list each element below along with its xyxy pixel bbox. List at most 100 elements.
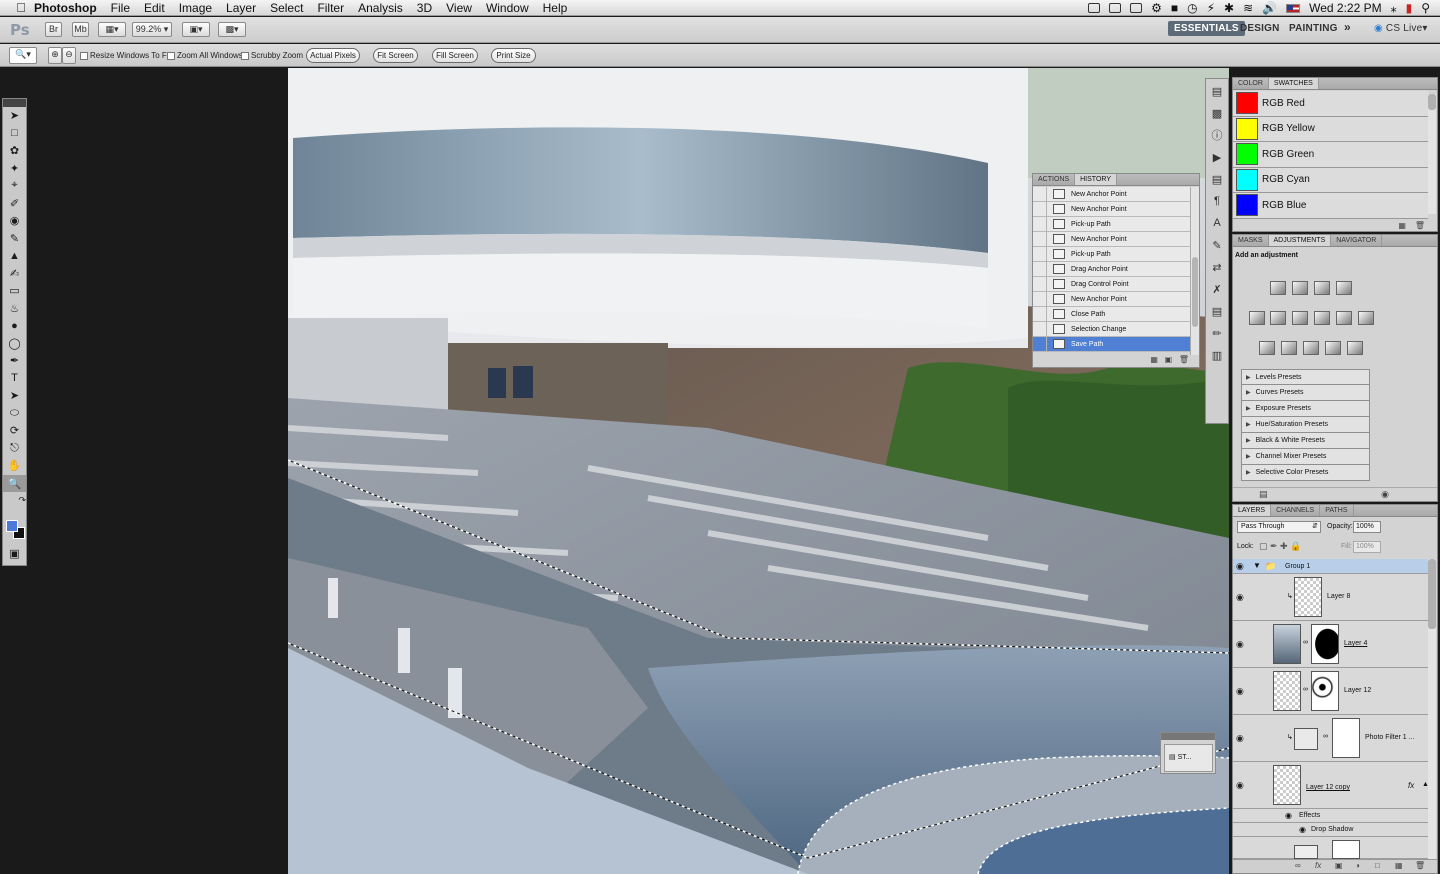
eye-icon[interactable]: ◉ [1236, 733, 1244, 744]
preset-hue-saturation[interactable]: ▶ Hue/Saturation Presets [1241, 417, 1370, 433]
swatch-item[interactable]: RGB Yellow [1233, 116, 1428, 142]
histogram-icon[interactable]: ▩ [1206, 103, 1228, 123]
history-source-box[interactable] [1033, 216, 1047, 232]
history-item[interactable]: Close Path [1033, 306, 1191, 322]
new-group-icon[interactable]: □ [1375, 861, 1380, 870]
swatches-scrollbar[interactable] [1428, 94, 1436, 214]
workspace-painting[interactable]: PAINTING [1289, 23, 1338, 34]
tab-channels[interactable]: CHANNELS [1271, 505, 1321, 516]
clock[interactable]: Wed 2:22 PM [1309, 1, 1381, 15]
effects-row[interactable]: ◉ Effects [1233, 809, 1430, 823]
fx-icon[interactable]: fx [1408, 781, 1414, 790]
shape-tool-icon[interactable]: ⬭ [3, 405, 26, 423]
tab-navigator[interactable]: NAVIGATOR [1331, 235, 1383, 246]
preset-exposure[interactable]: ▶ Exposure Presets [1241, 401, 1370, 417]
camera-icon[interactable] [1088, 3, 1101, 13]
fit-screen-button[interactable]: Fit Screen [373, 48, 418, 63]
color-balance-icon[interactable] [1292, 311, 1308, 325]
dropbox-icon[interactable]: ■ [1171, 1, 1178, 15]
swatch-chip[interactable] [1236, 168, 1258, 191]
history-icon[interactable]: ▤ [1206, 169, 1228, 189]
mini-bridge-icon[interactable]: ▤ [1206, 81, 1228, 101]
tab-paths[interactable]: PATHS [1320, 505, 1354, 516]
layer-row[interactable]: ◉ ↳ ∞ Photo Filter 1 ... [1233, 715, 1430, 762]
layer-row[interactable] [1233, 837, 1430, 859]
zoom-out-button[interactable]: ⊖ [62, 47, 76, 64]
character-icon[interactable]: A [1206, 213, 1228, 233]
tools-panel-grip[interactable] [3, 99, 26, 107]
menu-window[interactable]: Window [486, 1, 529, 15]
scrollbar-thumb[interactable] [1192, 257, 1198, 327]
clone-source-icon[interactable]: ✗ [1206, 279, 1228, 299]
preset-curves[interactable]: ▶ Curves Presets [1241, 385, 1370, 401]
tab-layers[interactable]: LAYERS [1233, 505, 1272, 516]
battery-icon[interactable]: ▮ [1406, 1, 1413, 15]
history-item[interactable]: Pick-up Path [1033, 216, 1191, 232]
clip-to-layer-icon[interactable]: ◉ [1381, 489, 1389, 500]
history-item[interactable]: Selection Change [1033, 321, 1191, 337]
crop-tool-icon[interactable]: ⌖ [3, 177, 26, 195]
menu-layer[interactable]: Layer [226, 1, 256, 15]
menu-analysis[interactable]: Analysis [358, 1, 403, 15]
photo-filter-icon[interactable] [1336, 311, 1352, 325]
black-white-icon[interactable] [1314, 311, 1330, 325]
paint-bucket-tool-icon[interactable]: ♨ [3, 300, 26, 318]
blend-mode-select[interactable]: Pass Through ⇵ [1237, 521, 1321, 533]
history-source-box[interactable] [1033, 261, 1047, 277]
preset-selective-color[interactable]: ▶ Selective Color Presets [1241, 465, 1370, 481]
expand-triangle-icon[interactable]: ▶ [1246, 421, 1251, 428]
swatch-item[interactable]: RGB Cyan [1233, 167, 1428, 193]
link-layers-icon[interactable]: ∞ [1295, 861, 1301, 870]
history-source-box[interactable] [1033, 321, 1047, 337]
history-brush-tool-icon[interactable]: ✍ [3, 265, 26, 283]
exposure-icon[interactable] [1336, 281, 1352, 295]
checkbox-box[interactable] [80, 51, 88, 60]
bridge-button[interactable]: Br [45, 22, 62, 37]
eyedropper-tool-icon[interactable]: ✐ [3, 195, 26, 213]
lock-icons[interactable]: ▢ ✒ ✚ 🔒 [1259, 541, 1301, 552]
workspace-essentials[interactable]: ESSENTIALS [1168, 21, 1245, 36]
brush-presets-icon[interactable]: ✎ [1206, 235, 1228, 255]
swatch-chip[interactable] [1236, 92, 1258, 115]
quick-select-tool-icon[interactable]: ✦ [3, 160, 26, 178]
tab-adjustments[interactable]: ADJUSTMENTS [1268, 235, 1332, 246]
zoom-in-button[interactable]: ⊕ [48, 47, 62, 64]
eye-icon[interactable]: ◉ [1285, 811, 1292, 820]
swatch-item[interactable]: RGB Blue [1233, 193, 1428, 219]
zoom-all-windows-checkbox[interactable]: Zoom All Windows [167, 51, 243, 60]
expand-triangle-icon[interactable]: ▶ [1246, 469, 1251, 476]
spotlight-search-icon[interactable]: ⚲ [1421, 1, 1430, 15]
time-machine-icon[interactable]: ◷ [1187, 1, 1197, 15]
layer-row[interactable]: ◉ ∞ Layer 4 [1233, 621, 1430, 668]
scrollbar-thumb[interactable] [1428, 94, 1436, 110]
move-tool-icon[interactable]: ➤ [3, 107, 26, 125]
opacity-input[interactable]: 100% [1353, 521, 1381, 533]
history-item[interactable]: Drag Anchor Point [1033, 261, 1191, 277]
menu-help[interactable]: Help [543, 1, 568, 15]
workspace-design[interactable]: DESIGN [1240, 23, 1280, 34]
swatch-item[interactable]: RGB Green [1233, 142, 1428, 168]
more-workspaces-button[interactable]: » [1344, 20, 1351, 34]
menu-view[interactable]: View [446, 1, 472, 15]
tab-color[interactable]: COLOR [1233, 78, 1269, 89]
screen-mode-button[interactable]: ▩▾ [218, 22, 246, 37]
sync-icon[interactable] [1130, 3, 1143, 13]
pen-tool-icon[interactable]: ✒ [3, 352, 26, 370]
history-item[interactable]: New Anchor Point [1033, 291, 1191, 307]
tool-preset-picker[interactable]: 🔍▾ [9, 47, 37, 64]
menu-edit[interactable]: Edit [144, 1, 165, 15]
eye-icon[interactable]: ◉ [1236, 639, 1244, 650]
new-swatch-icon[interactable]: ▦ [1398, 221, 1406, 230]
print-size-button[interactable]: Print Size [491, 48, 536, 63]
menu-app-name[interactable]: Photoshop [34, 1, 97, 15]
brightness-icon[interactable] [1270, 281, 1286, 295]
eye-icon[interactable]: ◉ [1236, 561, 1244, 572]
history-source-box[interactable] [1033, 246, 1047, 262]
mini-bridge-button[interactable]: Mb [72, 22, 89, 37]
quick-mask-icon[interactable]: ▣ [3, 545, 26, 563]
menu-image[interactable]: Image [179, 1, 212, 15]
menu-3d[interactable]: 3D [417, 1, 432, 15]
layers-scrollbar[interactable] [1428, 559, 1436, 859]
history-item[interactable]: Pick-up Path [1033, 246, 1191, 262]
swatch-chip[interactable] [1236, 194, 1258, 217]
